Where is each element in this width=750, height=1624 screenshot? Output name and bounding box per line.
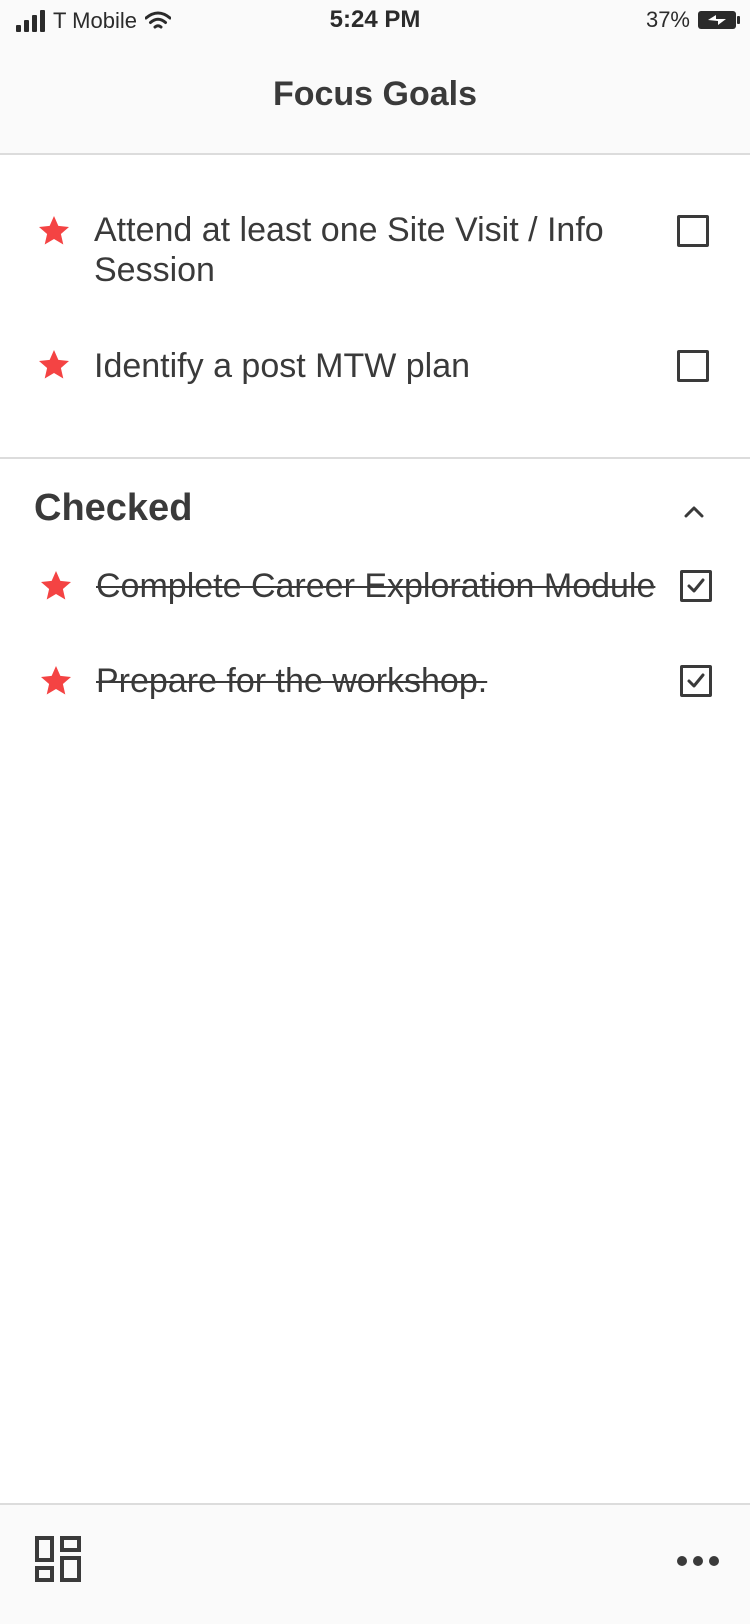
goal-checkbox-checked[interactable] <box>680 665 712 697</box>
checked-section-title[interactable]: Checked <box>34 487 192 530</box>
dashboard-icon[interactable] <box>34 1535 82 1583</box>
goal-checkbox[interactable] <box>677 350 709 382</box>
star-icon <box>39 350 69 379</box>
page-title: Focus Goals <box>272 75 478 113</box>
bottom-bar <box>0 1503 750 1624</box>
goal-text: Prepare for the workshop. <box>96 662 488 700</box>
status-right: 37% <box>645 7 740 33</box>
star-icon <box>41 666 71 695</box>
star-icon <box>39 216 69 245</box>
status-bar: T Mobile 5:24 PM 37% <box>0 0 750 44</box>
checkmark-icon <box>687 673 705 688</box>
goal-text: Identify a post MTW plan <box>94 347 471 385</box>
section-divider <box>0 457 750 459</box>
chevron-up-icon[interactable] <box>680 498 708 526</box>
top-bar: T Mobile 5:24 PM 37% Focus Goals <box>0 0 750 155</box>
goal-checkbox[interactable] <box>677 215 709 247</box>
battery-percent: 37% <box>645 7 690 32</box>
battery-icon <box>698 11 740 29</box>
goal-text: Attend at least one Site Visit / Info Se… <box>94 211 604 289</box>
goal-checkbox-checked[interactable] <box>680 570 712 602</box>
goal-text: Complete Career Exploration Module <box>96 567 656 605</box>
star-icon <box>41 571 71 600</box>
more-icon[interactable] <box>676 1555 720 1567</box>
checkmark-icon <box>687 578 705 593</box>
status-time: 5:24 PM <box>329 6 421 33</box>
